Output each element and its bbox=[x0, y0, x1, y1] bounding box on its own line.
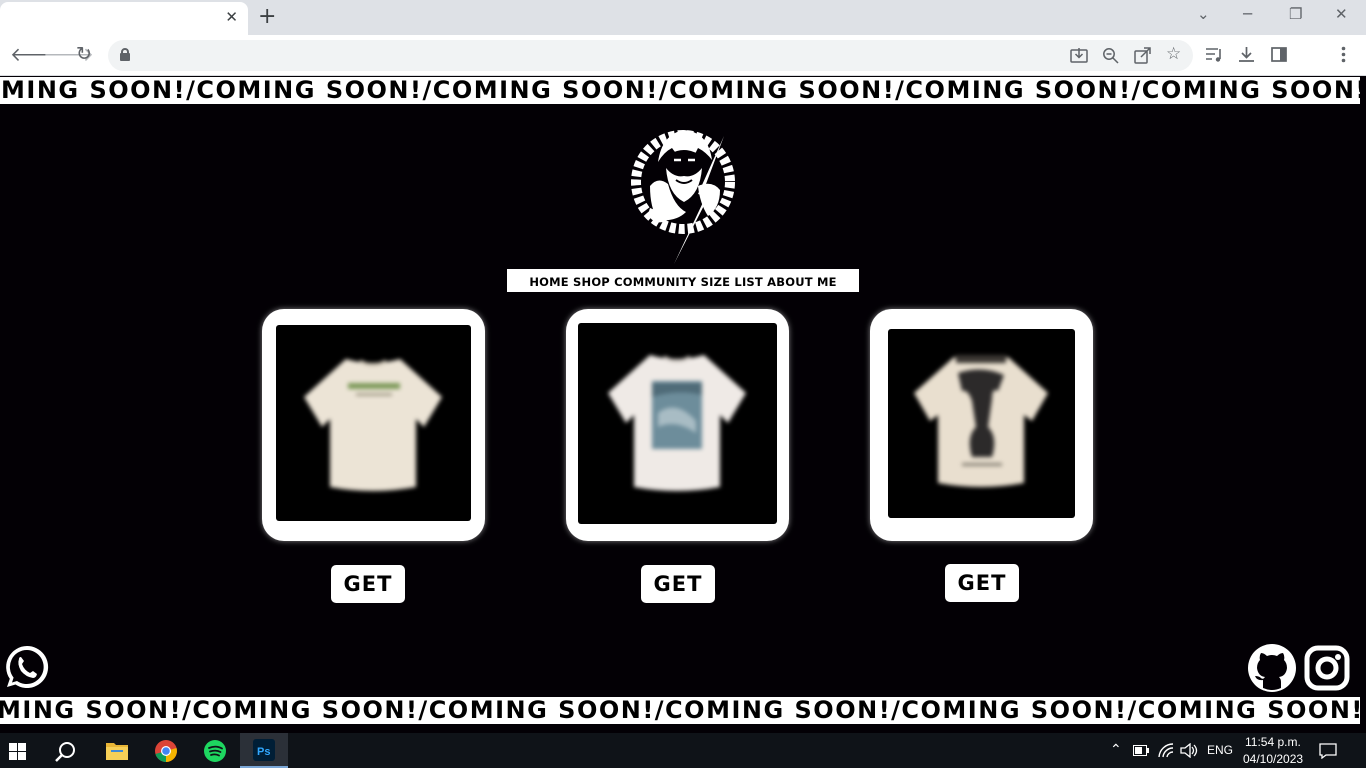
new-tab-button[interactable]: + bbox=[258, 4, 276, 29]
whatsapp-icon[interactable] bbox=[4, 644, 50, 690]
file-explorer-icon[interactable] bbox=[106, 741, 128, 760]
battery-icon[interactable] bbox=[1133, 745, 1149, 756]
lock-icon[interactable] bbox=[120, 48, 130, 61]
zeus-logo bbox=[631, 130, 735, 264]
svg-text:Ps: Ps bbox=[257, 746, 270, 758]
product-card-2[interactable] bbox=[566, 309, 789, 541]
minimize-button[interactable]: ─ bbox=[1243, 5, 1252, 23]
notifications-icon[interactable] bbox=[1319, 743, 1337, 759]
marquee-text: COMING SOON!/COMING SOON!/COMING SOON!/C… bbox=[0, 77, 1360, 104]
tray-chevron-icon[interactable]: ⌃ bbox=[1110, 741, 1122, 758]
product-image-2[interactable] bbox=[578, 323, 777, 524]
browser-tab-strip: ✕ + ⌄ ─ ❐ ✕ bbox=[0, 0, 1366, 35]
restore-button[interactable]: ❐ bbox=[1289, 5, 1302, 23]
github-icon[interactable] bbox=[1247, 644, 1297, 692]
main-nav[interactable]: HOME SHOP COMMUNITY SIZE LIST ABOUT ME bbox=[507, 269, 859, 292]
photoshop-taskbar-item[interactable]: Ps bbox=[240, 733, 288, 768]
nav-links[interactable]: HOME SHOP COMMUNITY SIZE LIST ABOUT ME bbox=[529, 275, 836, 289]
page: COMING SOON!/COMING SOON!/COMING SOON!/C… bbox=[0, 76, 1366, 733]
address-bar[interactable] bbox=[108, 40, 1193, 71]
product-image-3[interactable] bbox=[888, 329, 1075, 518]
chrome-icon[interactable] bbox=[154, 739, 178, 763]
bottom-marquee: MING SOON!/COMING SOON!/COMING SOON!/COM… bbox=[0, 697, 1360, 724]
get-button-3[interactable]: GET bbox=[945, 564, 1019, 602]
get-button-2[interactable]: GET bbox=[641, 565, 715, 603]
browser-tab[interactable]: ✕ bbox=[0, 2, 248, 35]
search-icon[interactable] bbox=[55, 741, 77, 763]
top-marquee: COMING SOON!/COMING SOON!/COMING SOON!/C… bbox=[0, 77, 1360, 104]
wifi-icon[interactable] bbox=[1158, 743, 1174, 758]
get-button-1[interactable]: GET bbox=[331, 565, 405, 603]
windows-start-icon[interactable] bbox=[9, 743, 26, 760]
taskbar: Ps ⌃ ENG 11:54 p.m. 04/10/2023 bbox=[0, 733, 1366, 768]
downloads-icon[interactable] bbox=[1238, 46, 1255, 63]
reload-icon[interactable]: ↻ bbox=[76, 43, 92, 65]
browser-toolbar: 🡐 🡒 ↻ ☆ bbox=[0, 35, 1366, 76]
product-image-1[interactable] bbox=[276, 325, 471, 521]
bookmark-star-icon[interactable]: ☆ bbox=[1166, 44, 1181, 64]
clock-date[interactable]: 04/10/2023 bbox=[1243, 752, 1303, 766]
share-icon[interactable] bbox=[1134, 47, 1152, 64]
tab-close-icon[interactable]: ✕ bbox=[225, 8, 238, 26]
photoshop-icon: Ps bbox=[253, 739, 275, 761]
spotify-icon[interactable] bbox=[203, 739, 227, 763]
product-card-1[interactable] bbox=[262, 309, 485, 541]
install-app-icon[interactable] bbox=[1070, 47, 1088, 64]
close-window-button[interactable]: ✕ bbox=[1335, 5, 1348, 23]
side-panel-icon[interactable] bbox=[1271, 47, 1287, 62]
clock-time[interactable]: 11:54 p.m. bbox=[1245, 735, 1301, 749]
tab-search-icon[interactable]: ⌄ bbox=[1197, 5, 1210, 23]
language-indicator[interactable]: ENG bbox=[1207, 743, 1233, 757]
marquee-text-bottom: MING SOON!/COMING SOON!/COMING SOON!/COM… bbox=[0, 697, 1360, 724]
volume-icon[interactable] bbox=[1180, 743, 1198, 758]
zoom-icon[interactable] bbox=[1102, 47, 1119, 64]
product-card-3[interactable] bbox=[870, 309, 1093, 541]
menu-kebab-icon[interactable] bbox=[1341, 46, 1346, 63]
reading-list-icon[interactable] bbox=[1205, 47, 1223, 63]
instagram-icon[interactable] bbox=[1304, 645, 1350, 691]
